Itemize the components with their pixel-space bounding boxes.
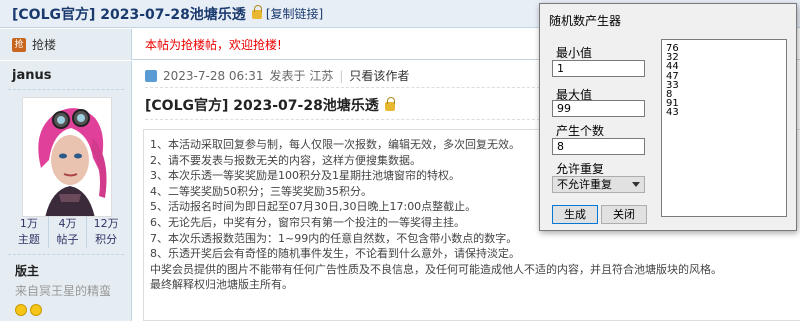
avatar[interactable] [22, 97, 112, 217]
result-list[interactable]: 76 32 44 47 33 8 91 43 [661, 39, 787, 217]
result-item: 33 [666, 79, 679, 91]
repeat-label: 允许重复 [556, 162, 605, 176]
result-item: 44 [666, 61, 679, 73]
user-stats: 1万 主题 4万 帖子 12万 积分 [10, 216, 125, 248]
max-value-field[interactable]: 99 [552, 100, 645, 117]
close-button[interactable]: 关闭 [601, 205, 647, 224]
repeat-select-value: 不允许重复 [557, 178, 612, 191]
copy-link-button[interactable]: [复制链接] [266, 5, 323, 22]
result-item: 47 [666, 70, 679, 82]
result-item: 32 [666, 52, 679, 64]
post-location: 发表于 江苏 [269, 69, 334, 83]
medal-icon[interactable] [15, 304, 27, 316]
divider [145, 119, 545, 120]
post-meta: 2023-7-28 06:31 发表于 江苏 | 只看该作者 [145, 67, 409, 84]
count-field[interactable]: 8 [552, 138, 645, 155]
stat-value: 1万 [19, 217, 38, 230]
divider [145, 87, 545, 88]
avatar-image [23, 98, 111, 216]
post-title: [COLG官方] 2023-07-28池塘乐透 [145, 95, 399, 115]
min-value-field[interactable]: 1 [552, 60, 645, 77]
min-label: 最小值 [556, 46, 593, 60]
only-author-link[interactable]: 只看该作者 [349, 67, 409, 84]
dialog-title: 随机数产生器 [549, 14, 622, 28]
post-time: 2023-7-28 06:31 [163, 68, 264, 83]
chevron-down-icon [632, 182, 640, 187]
repeat-select[interactable]: 不允许重复 [552, 176, 645, 193]
grab-notice: 本帖为抢楼帖，欢迎抢楼! [145, 38, 282, 52]
divider [8, 254, 124, 255]
user-rank: 版主 [15, 264, 40, 278]
result-item: 91 [666, 98, 679, 110]
result-item: 43 [666, 107, 679, 119]
stat-label: 帖子 [56, 233, 79, 246]
rule-line: 最终解释权归池塘版主所有。 [150, 278, 293, 292]
rule-line: 8、乐透开奖后会有奇怪的随机事件发生，不论看到什么意外，请保持淡定。 [150, 247, 520, 261]
stat-value: 4万 [58, 217, 77, 230]
stat-points[interactable]: 12万 积分 [87, 216, 125, 248]
stat-label: 积分 [95, 233, 118, 246]
thread-title: [COLG官方] 2023-07-28池塘乐透 [12, 6, 246, 23]
post-title-text: [COLG官方] 2023-07-28池塘乐透 [145, 98, 379, 114]
rule-line: 7、本次乐透报数范围为：1~99内的任意自然数，不包含带小数点的数字。 [150, 231, 518, 245]
grab-floor-icon: 抢 [12, 37, 26, 52]
user-sidebar: janus 1万 主题 4万 帖子 12万 积分 版主 来自冥王星的精蛮 [0, 61, 132, 321]
username[interactable]: janus [12, 68, 51, 83]
user-rank-desc: 来自冥王星的精蛮 [15, 284, 112, 298]
result-item: 8 [666, 89, 673, 101]
stat-value: 12万 [93, 217, 119, 230]
medal-icon[interactable] [30, 304, 42, 316]
generate-button[interactable]: 生成 [552, 205, 598, 224]
online-status-icon [145, 69, 157, 82]
lock-icon [251, 5, 262, 19]
grab-floor-cell: 抢 抢楼 [0, 29, 132, 60]
stat-posts[interactable]: 4万 帖子 [49, 216, 88, 248]
rule-line: 中奖会员提供的图片不能带有任何广告性质及不良信息，及任何可能造成他人不适的内容，… [150, 262, 722, 276]
result-item: 76 [666, 43, 679, 54]
stat-label: 主题 [17, 233, 40, 246]
count-label: 产生个数 [556, 124, 605, 138]
divider [8, 89, 124, 90]
lock-icon [384, 96, 395, 111]
stat-threads[interactable]: 1万 主题 [10, 216, 49, 248]
grab-floor-label: 抢楼 [32, 38, 57, 52]
random-number-dialog: 随机数产生器 最小值 1 最大值 99 产生个数 8 允许重复 不允许重复 生成… [539, 3, 797, 231]
divider: | [339, 68, 344, 83]
